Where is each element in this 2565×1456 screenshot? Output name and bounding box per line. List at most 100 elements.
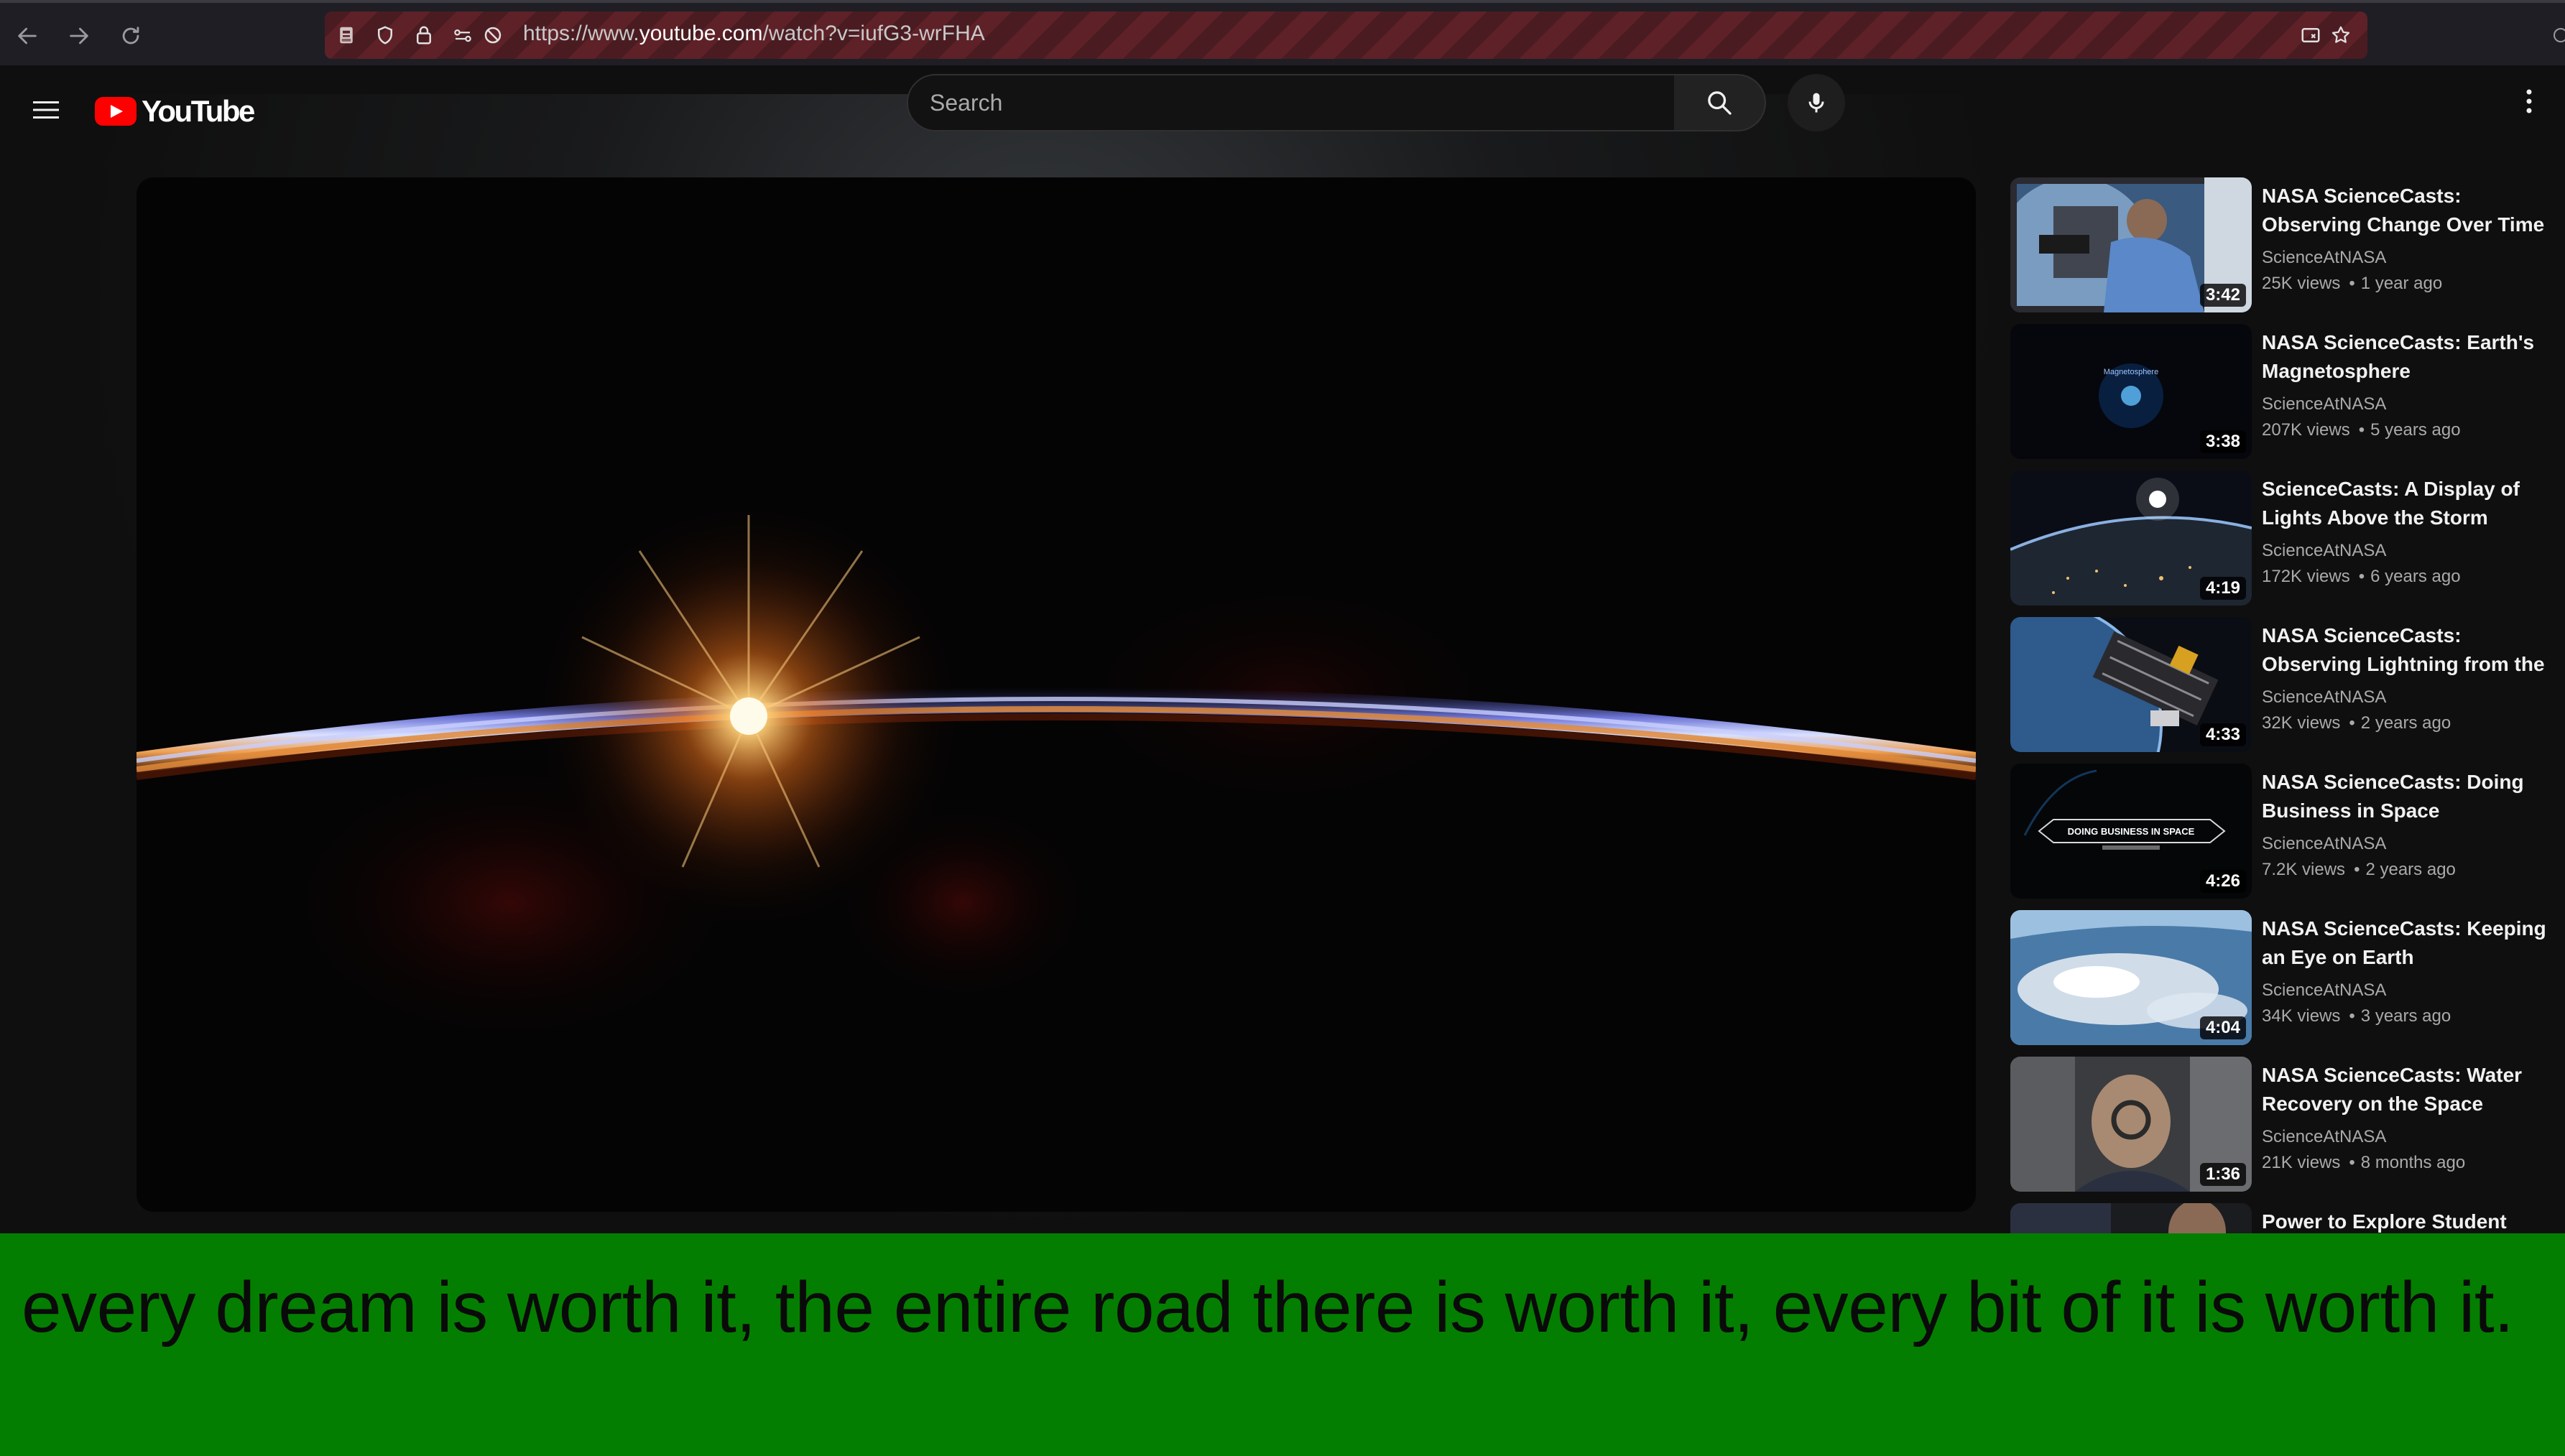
microphone-icon (1808, 93, 1824, 113)
video-title[interactable]: NASA ScienceCasts: Keeping an Eye on Ear… (2262, 914, 2556, 972)
upload-age: 5 years ago (2370, 420, 2461, 440)
no-tracking-icon[interactable] (481, 24, 504, 47)
upload-age: 8 months ago (2360, 1153, 2466, 1172)
youtube-logo-icon (95, 97, 137, 126)
url-text[interactable]: https://www.youtube.com/watch?v=iufG3-wr… (523, 22, 985, 46)
caption-banner: every dream is worth it, the entire road… (0, 1233, 2565, 1456)
browser-toolbar: https://www.youtube.com/watch?v=iufG3-wr… (0, 0, 2565, 65)
video-title[interactable]: NASA ScienceCasts: Water Recovery on the… (2262, 1061, 2556, 1118)
upload-age: 2 years ago (2365, 860, 2456, 879)
voice-search-button[interactable] (1788, 74, 1845, 131)
video-thumbnail[interactable]: 4:19 (2010, 470, 2252, 606)
extensions-icon[interactable] (2546, 24, 2565, 46)
settings-more-button[interactable] (2509, 81, 2549, 121)
video-thumbnail[interactable]: 4:04 (2010, 910, 2252, 1045)
video-thumbnail[interactable]: 4:33 (2010, 617, 2252, 752)
recommended-video[interactable]: DOING BUSINESS IN SPACE 4:26 NASA Scienc… (2010, 764, 2556, 904)
video-metadata: 25K views • 1 year ago (2262, 274, 2443, 293)
guide-menu-button[interactable] (26, 90, 66, 130)
recommended-video[interactable]: 1:36 NASA ScienceCasts: Water Recovery o… (2010, 1057, 2556, 1197)
video-thumbnail[interactable]: 3:42 (2010, 177, 2252, 312)
channel-name[interactable]: ScienceAtNASA (2262, 980, 2386, 1001)
video-metadata: 21K views • 8 months ago (2262, 1153, 2466, 1172)
recommended-video[interactable]: Power to Explore Student (2010, 1203, 2556, 1233)
view-count: 32K views (2262, 713, 2341, 733)
video-metadata: 7.2K views • 2 years ago (2262, 860, 2456, 879)
channel-name[interactable]: ScienceAtNASA (2262, 248, 2386, 268)
lock-icon[interactable] (412, 24, 435, 47)
back-arrow-icon (18, 27, 37, 45)
video-thumbnail[interactable] (2010, 1203, 2252, 1233)
video-frame-sunrise-over-earth (137, 177, 1976, 1212)
recommended-video[interactable]: Magnetosphere 3:38 NASA ScienceCasts: Ea… (2010, 324, 2556, 465)
thumbnail-label: DOING BUSINESS IN SPACE (2068, 826, 2195, 837)
masthead: YouTube (0, 65, 2565, 159)
video-title[interactable]: NASA ScienceCasts: Doing Business in Spa… (2262, 768, 2556, 825)
upload-age: 3 years ago (2360, 1006, 2451, 1026)
identity-icon[interactable] (335, 24, 358, 47)
video-metadata: 172K views • 6 years ago (2262, 567, 2461, 586)
duration-badge: 3:38 (2199, 430, 2246, 453)
channel-name[interactable]: ScienceAtNASA (2262, 541, 2386, 561)
reload-icon (122, 27, 139, 45)
more-vert-icon (2526, 89, 2532, 113)
view-count: 172K views (2262, 567, 2350, 586)
logo-text: YouTube (142, 94, 255, 128)
duration-badge: 4:04 (2199, 1016, 2246, 1039)
search-box[interactable] (907, 74, 1676, 131)
forward-button[interactable] (63, 20, 95, 52)
video-title[interactable]: NASA ScienceCasts: Observing Change Over… (2262, 182, 2556, 239)
thumbnail-label: Magnetosphere (2104, 368, 2158, 376)
permissions-icon[interactable] (451, 24, 474, 47)
recommended-video[interactable]: 3:42 NASA ScienceCasts: Observing Change… (2010, 177, 2556, 318)
video-thumbnail[interactable]: DOING BUSINESS IN SPACE 4:26 (2010, 764, 2252, 899)
upload-age: 2 years ago (2360, 713, 2451, 733)
caption-text: every dream is worth it, the entire road… (22, 1267, 2514, 1348)
recommended-video[interactable]: 4:19 ScienceCasts: A Display of Lights A… (2010, 470, 2556, 611)
video-metadata: 207K views • 5 years ago (2262, 420, 2461, 440)
channel-name[interactable]: ScienceAtNASA (2262, 1127, 2386, 1147)
video-title[interactable]: Power to Explore Student (2262, 1207, 2556, 1233)
upload-age: 1 year ago (2360, 274, 2443, 293)
back-button[interactable] (11, 20, 43, 52)
view-count: 207K views (2262, 420, 2350, 440)
view-count: 21K views (2262, 1153, 2341, 1172)
duration-badge: 3:42 (2199, 284, 2246, 307)
video-thumbnail[interactable]: 1:36 (2010, 1057, 2252, 1192)
video-title[interactable]: NASA ScienceCasts: Observing Lightning f… (2262, 621, 2556, 679)
hamburger-menu-icon (33, 101, 59, 119)
search-button[interactable] (1674, 74, 1766, 131)
duration-badge: 1:36 (2199, 1163, 2246, 1186)
url-prefix: https://www. (523, 22, 639, 45)
video-metadata: 32K views • 2 years ago (2262, 713, 2451, 733)
bookmark-star-icon[interactable] (2329, 24, 2352, 47)
view-count: 7.2K views (2262, 860, 2346, 879)
youtube-app: YouTube Search 3:42 NASA ScienceCasts: O… (0, 65, 2565, 1233)
url-path: /watch?v=iufG3-wrFHA (762, 22, 985, 45)
reader-mode-icon[interactable] (2299, 24, 2322, 47)
search-input[interactable] (930, 75, 1634, 130)
reload-button[interactable] (115, 20, 147, 52)
url-host: youtube.com (639, 22, 763, 45)
recommended-video[interactable]: 4:33 NASA ScienceCasts: Observing Lightn… (2010, 617, 2556, 758)
channel-name[interactable]: ScienceAtNASA (2262, 834, 2386, 854)
url-bar[interactable]: https://www.youtube.com/watch?v=iufG3-wr… (325, 11, 2367, 59)
view-count: 25K views (2262, 274, 2341, 293)
shield-icon[interactable] (374, 24, 397, 47)
channel-name[interactable]: ScienceAtNASA (2262, 394, 2386, 414)
video-metadata: 34K views • 3 years ago (2262, 1006, 2451, 1026)
video-thumbnail[interactable]: Magnetosphere 3:38 (2010, 324, 2252, 459)
upload-age: 6 years ago (2370, 567, 2461, 586)
duration-badge: 4:26 (2199, 870, 2246, 893)
duration-badge: 4:19 (2199, 577, 2246, 600)
video-title[interactable]: NASA ScienceCasts: Earth's Magnetosphere (2262, 328, 2556, 386)
video-title[interactable]: ScienceCasts: A Display of Lights Above … (2262, 475, 2556, 532)
recommended-video[interactable]: 4:04 NASA ScienceCasts: Keeping an Eye o… (2010, 910, 2556, 1051)
search-icon (1708, 91, 1732, 115)
duration-badge: 4:33 (2199, 723, 2246, 746)
forward-arrow-icon (70, 27, 88, 45)
channel-name[interactable]: ScienceAtNASA (2262, 687, 2386, 708)
view-count: 34K views (2262, 1006, 2341, 1026)
youtube-home-link[interactable]: YouTube (95, 91, 255, 131)
video-player[interactable] (137, 177, 1976, 1212)
